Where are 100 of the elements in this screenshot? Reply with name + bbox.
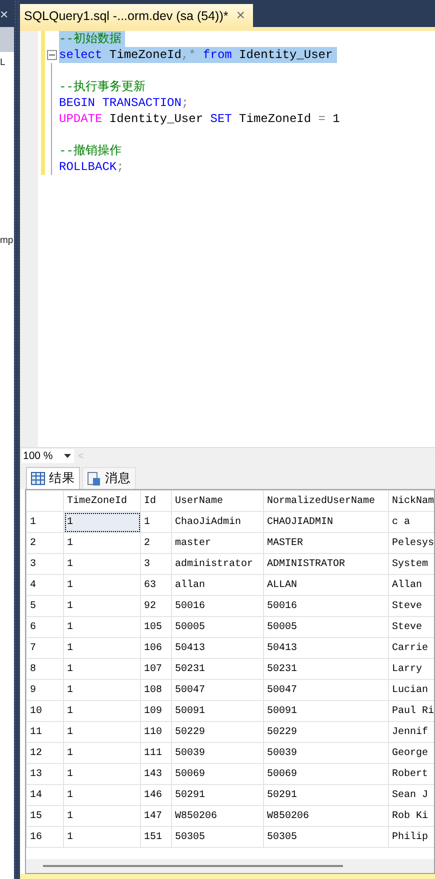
code-line: ROLLBACK; [59,159,124,175]
table-cell: ALLAN [264,574,388,596]
table-cell: 1 [64,658,140,680]
table-cell: 110 [140,722,172,742]
column-header[interactable]: NormalizedUserName [264,490,388,512]
code-line: --撤销操作 [59,143,122,159]
table-cell: 1 [64,638,140,658]
table-cell: 63 [140,574,172,596]
table-cell: 1 [64,512,140,532]
table-cell: Steve [388,596,434,616]
result-tab[interactable]: 结果 [26,467,80,489]
horizontal-scrollbar[interactable] [26,859,434,873]
table-cell: allan [172,574,264,596]
table-cell: Larry [388,658,434,680]
row-number: 12 [26,742,64,764]
table-cell: Philip [388,826,434,848]
row-number: 4 [26,574,64,596]
table-cell: 143 [140,764,172,784]
table-cell: 50291 [172,784,264,806]
row-number: 7 [26,638,64,658]
grid-icon [31,472,45,485]
tab-title: SQLQuery1.sql -...orm.dev (sa (54))* [24,8,228,22]
row-number: 11 [26,722,64,742]
table-cell: 50229 [264,722,388,742]
collapse-icon[interactable] [47,50,57,60]
table-cell: master [172,532,264,554]
close-icon[interactable]: × [0,6,8,20]
caret-icon[interactable] [64,454,71,458]
table-cell: 50413 [264,638,388,658]
panel-toolbar [0,27,14,52]
table-cell: George [388,742,434,764]
table-cell: Pelesys [388,532,434,554]
table-cell: 50047 [172,680,264,700]
table-cell: Paul Ri [388,700,434,722]
row-number: 6 [26,616,64,638]
table-cell: 1 [64,700,140,722]
row-number: 3 [26,554,64,574]
row-number: 15 [26,806,64,826]
table-cell: c a [388,512,434,532]
table-cell: 1 [64,596,140,616]
table-cell: 50231 [264,658,388,680]
close-icon[interactable]: × [236,7,245,24]
table-cell: 1 [64,554,140,574]
row-number: 10 [26,700,64,722]
table-cell: 1 [64,722,140,742]
table-cell: Steve [388,616,434,638]
row-number: 1 [26,512,64,532]
table-cell: 1 [64,532,140,554]
row-number: 14 [26,784,64,806]
table-cell: 50039 [172,742,264,764]
row-number: 9 [26,680,64,700]
table-cell: 1 [64,826,140,848]
panel-text: L [0,56,6,69]
table-cell: MASTER [264,532,388,554]
zoom-dropdown[interactable]: 100 % [22,449,74,463]
table-cell: 111 [140,742,172,764]
row-number: 8 [26,658,64,680]
table-cell: 50005 [264,616,388,638]
table-cell: 50069 [264,764,388,784]
code-line: --执行事务更新 [59,79,146,95]
table-cell: 107 [140,658,172,680]
table-cell: Sean J [388,784,434,806]
table-cell: 1 [64,616,140,638]
table-cell: 2 [140,532,172,554]
table-cell: 105 [140,616,172,638]
table-cell: ADMINISTRATOR [264,554,388,574]
document-icon [87,472,101,486]
table-cell: 3 [140,554,172,574]
table-cell: administrator [172,554,264,574]
column-header[interactable]: UserName [172,490,264,512]
result-tab[interactable]: 消息 [82,467,136,489]
table-cell: 151 [140,826,172,848]
table-cell: CHAOJIADMIN [264,512,388,532]
table-cell: 109 [140,700,172,722]
table-cell: 106 [140,638,172,658]
row-number: 13 [26,764,64,784]
table-cell: 50016 [172,596,264,616]
table-cell: Jennif [388,722,434,742]
row-number: 5 [26,596,64,616]
table-cell: 50016 [264,596,388,616]
table-cell: ChaoJiAdmin [172,512,264,532]
code-line: UPDATE Identity_User SET TimeZoneId = 1 [59,111,340,127]
table-cell: 50091 [172,700,264,722]
table-cell: 108 [140,680,172,700]
table-cell: 1 [140,512,172,532]
code-line: BEGIN TRANSACTION; [59,95,189,111]
table-cell: System [388,554,434,574]
table-cell: 147 [140,806,172,826]
table-cell: W850206 [264,806,388,826]
table-cell: 92 [140,596,172,616]
table-cell: Carrie [388,638,434,658]
table-cell: 50291 [264,784,388,806]
table-cell: 50069 [172,764,264,784]
table-cell: 1 [64,574,140,596]
document-tab[interactable]: SQLQuery1.sql -...orm.dev (sa (54))* × [20,4,253,27]
table-cell: 1 [64,680,140,700]
table-cell: 1 [64,806,140,826]
table-cell: 50039 [264,742,388,764]
row-number: 2 [26,532,64,554]
table-cell: 50091 [264,700,388,722]
